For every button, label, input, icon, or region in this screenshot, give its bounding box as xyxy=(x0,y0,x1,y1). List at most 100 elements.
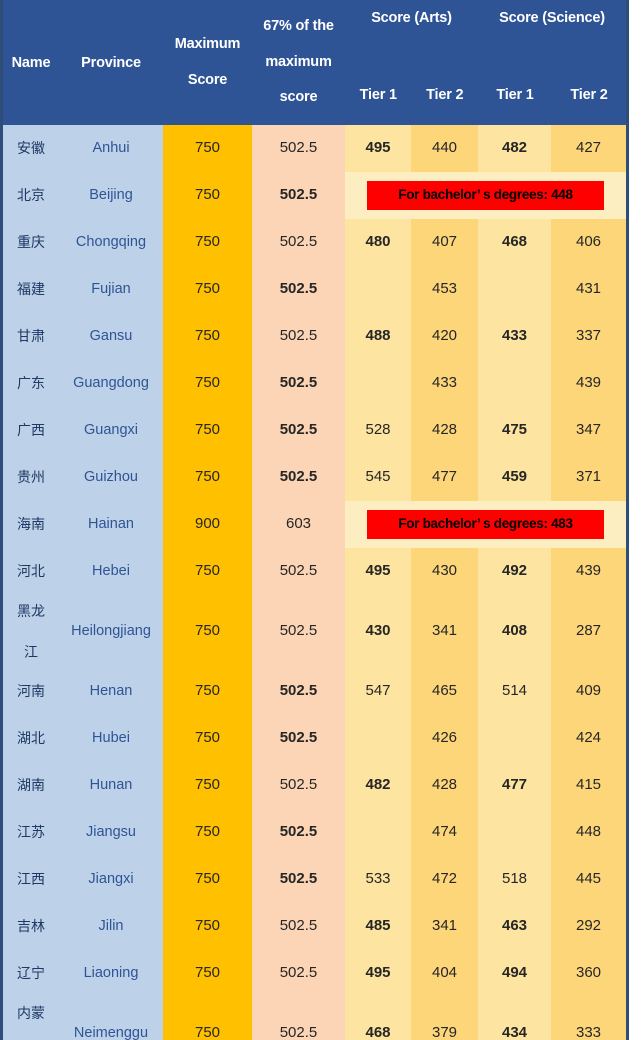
cell-maximum-score: 750 xyxy=(163,407,252,454)
cell-maximum-score: 750 xyxy=(163,313,252,360)
cell-province: Guangdong xyxy=(59,360,163,407)
cell-science-tier2: 406 xyxy=(551,219,626,266)
column-header-province-label: Province xyxy=(81,54,141,71)
table-row[interactable]: 辽宁 Liaoning 750 502.5 495 404 494 360 xyxy=(3,950,626,997)
cell-science-tier2: 360 xyxy=(551,950,626,997)
cell-arts-tier1: 495 xyxy=(345,950,411,997)
cell-maximum-score: 750 xyxy=(163,360,252,407)
cell-science-tier1: 492 xyxy=(478,548,551,595)
table-row[interactable]: 广东 Guangdong 750 502.5 433 439 xyxy=(3,360,626,407)
cell-name: 贵州 xyxy=(3,454,59,501)
cell-maximum-score: 750 xyxy=(163,219,252,266)
cell-percent-of-max: 502.5 xyxy=(252,454,345,501)
table-row[interactable]: 江西 Jiangxi 750 502.5 533 472 518 445 xyxy=(3,856,626,903)
cell-name: 北京 xyxy=(3,172,59,219)
cell-science-tier1: 518 xyxy=(478,856,551,903)
column-header-arts-tier2[interactable]: Tier 2 xyxy=(412,87,479,103)
table-row[interactable]: 海南 Hainan 900 603 For bachelor’ s degrees: 4… xyxy=(3,501,626,548)
table-row[interactable]: 黑龙江 Heilongjiang 750 502.5 430 341 408 287 xyxy=(3,595,626,668)
cell-science-tier2: 292 xyxy=(551,903,626,950)
cell-name: 湖北 xyxy=(3,715,59,762)
cell-science-tier2: 347 xyxy=(551,407,626,454)
table-row[interactable]: 河南 Henan 750 502.5 547 465 514 409 xyxy=(3,668,626,715)
column-header-maximum-score[interactable]: Maximum Score xyxy=(163,0,252,125)
column-group-header-score-science[interactable]: Score (Science) Tier 1 Tier 2 xyxy=(478,0,626,125)
cell-arts-tier2: 465 xyxy=(411,668,478,715)
cell-province: Beijing xyxy=(59,172,163,219)
cell-arts-tier1 xyxy=(345,266,411,313)
cell-maximum-score: 900 xyxy=(163,501,252,548)
cell-science-tier1: 433 xyxy=(478,313,551,360)
cell-maximum-score: 750 xyxy=(163,548,252,595)
cell-science-tier2: 427 xyxy=(551,125,626,172)
cell-percent-of-max: 502.5 xyxy=(252,595,345,668)
cell-science-tier2: 431 xyxy=(551,266,626,313)
cell-percent-of-max: 502.5 xyxy=(252,950,345,997)
table-row[interactable]: 广西 Guangxi 750 502.5 528 428 475 347 xyxy=(3,407,626,454)
column-header-science-tier1[interactable]: Tier 1 xyxy=(478,87,552,103)
cell-province: Jilin xyxy=(59,903,163,950)
table-row[interactable]: 湖南 Hunan 750 502.5 482 428 477 415 xyxy=(3,762,626,809)
cell-name: 海南 xyxy=(3,501,59,548)
column-header-percent-of-max[interactable]: 67% of the maximum score xyxy=(252,0,345,125)
cell-arts-tier1: 468 xyxy=(345,997,411,1040)
table-row[interactable]: 福建 Fujian 750 502.5 453 431 xyxy=(3,266,626,313)
cell-percent-of-max: 502.5 xyxy=(252,762,345,809)
cell-province: Hubei xyxy=(59,715,163,762)
cell-arts-tier1: 528 xyxy=(345,407,411,454)
column-header-province[interactable]: Province xyxy=(59,0,163,125)
table-row[interactable]: 内蒙古Neimenggu750502.5468379434333 xyxy=(3,997,626,1040)
cell-arts-tier2: 428 xyxy=(411,407,478,454)
table-row[interactable]: 河北 Hebei 750 502.5 495 430 492 439 xyxy=(3,548,626,595)
table-row[interactable]: 北京 Beijing 750 502.5 For bachelor’ s degrees… xyxy=(3,172,626,219)
cell-name: 辽宁 xyxy=(3,950,59,997)
cell-science-tier1 xyxy=(478,809,551,856)
cell-arts-tier1: 430 xyxy=(345,595,411,668)
cell-percent-of-max: 502.5 xyxy=(252,125,345,172)
cell-name: 安徽 xyxy=(3,125,59,172)
cell-science-tier2: 424 xyxy=(551,715,626,762)
cell-percent-of-max: 502.5 xyxy=(252,407,345,454)
cell-arts-tier1: 495 xyxy=(345,125,411,172)
column-header-science-tier2[interactable]: Tier 2 xyxy=(552,87,626,103)
column-group-header-score-arts[interactable]: Score (Arts) Tier 1 Tier 2 xyxy=(345,0,478,125)
cell-arts-tier2: 341 xyxy=(411,595,478,668)
cell-province: Anhui xyxy=(59,125,163,172)
column-header-name[interactable]: Name xyxy=(3,0,59,125)
table-row[interactable]: 甘肃 Gansu 750 502.5 488 420 433 337 xyxy=(3,313,626,360)
cell-science-tier2: 371 xyxy=(551,454,626,501)
table-row[interactable]: 重庆 Chongqing 750 502.5 480 407 468 406 xyxy=(3,219,626,266)
cell-province: Fujian xyxy=(59,266,163,313)
table-row[interactable]: 安徽 Anhui 750 502.5 495 440 482 427 xyxy=(3,125,626,172)
column-header-arts-tier1[interactable]: Tier 1 xyxy=(345,87,412,103)
cell-name: 吉林 xyxy=(3,903,59,950)
cell-arts-tier2: 440 xyxy=(411,125,478,172)
cell-science-tier1: 468 xyxy=(478,219,551,266)
cell-name: 河南 xyxy=(3,668,59,715)
cell-maximum-score: 750 xyxy=(163,595,252,668)
table-row[interactable]: 江苏 Jiangsu 750 502.5 474 448 xyxy=(3,809,626,856)
cell-arts-tier1 xyxy=(345,715,411,762)
cell-science-tier2: 439 xyxy=(551,360,626,407)
cell-science-tier1 xyxy=(478,715,551,762)
cell-province: Heilongjiang xyxy=(59,595,163,668)
cell-arts-tier2: 407 xyxy=(411,219,478,266)
cell-province: Hainan xyxy=(59,501,163,548)
cell-province: Jiangxi xyxy=(59,856,163,903)
cell-science-tier1: 514 xyxy=(478,668,551,715)
cell-name: 江苏 xyxy=(3,809,59,856)
provincial-score-table: Name Province Maximum Score 67% of the m… xyxy=(3,0,626,1040)
cell-maximum-score: 750 xyxy=(163,856,252,903)
cell-maximum-score: 750 xyxy=(163,997,252,1040)
column-header-name-label: Name xyxy=(11,54,51,71)
cell-arts-tier2: 428 xyxy=(411,762,478,809)
cell-province: Guangxi xyxy=(59,407,163,454)
cell-percent-of-max: 603 xyxy=(252,501,345,548)
table-row[interactable]: 贵州 Guizhou 750 502.5 545 477 459 371 xyxy=(3,454,626,501)
table-row[interactable]: 湖北 Hubei 750 502.5 426 424 xyxy=(3,715,626,762)
cell-province: Henan xyxy=(59,668,163,715)
cell-maximum-score: 750 xyxy=(163,125,252,172)
cell-percent-of-max: 502.5 xyxy=(252,266,345,313)
cell-name: 广西 xyxy=(3,407,59,454)
table-row[interactable]: 吉林 Jilin 750 502.5 485 341 463 292 xyxy=(3,903,626,950)
